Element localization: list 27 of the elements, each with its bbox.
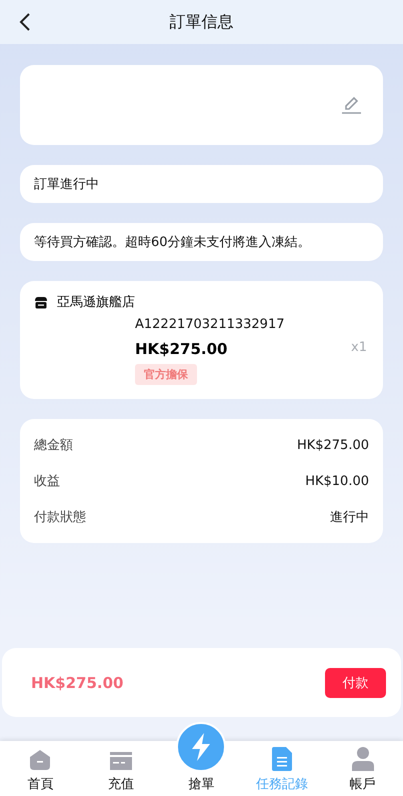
summary-value: 進行中	[330, 509, 369, 526]
home-icon	[29, 749, 52, 771]
page-title: 訂單信息	[170, 12, 234, 32]
notice-text: 等待買方確認。超時60分鐘未支付將進入凍結。	[34, 234, 311, 251]
nav-tab[interactable]: 搶單	[188, 775, 214, 793]
nav-tab[interactable]: 首頁	[27, 775, 54, 793]
back-icon[interactable]	[19, 12, 31, 32]
guarantee-tag: 官方擔保	[135, 364, 197, 385]
nav-tab[interactable]: 帳戶	[350, 775, 376, 793]
summary-label: 總金額	[34, 437, 73, 454]
total-amount: HK$275.00	[31, 674, 124, 692]
store-icon	[34, 296, 48, 308]
summary-label: 付款狀態	[34, 509, 86, 526]
card-icon	[110, 751, 132, 771]
nav-tab[interactable]: 充值	[108, 775, 134, 793]
order-number: A12221703211332917	[135, 317, 284, 332]
document-icon	[272, 747, 292, 771]
quantity: x1	[351, 340, 367, 357]
order-status: 訂單進行中	[34, 176, 99, 193]
user-icon	[352, 747, 374, 771]
shop-name: 亞馬遜旗艦店	[57, 294, 135, 311]
pay-button[interactable]: 付款	[325, 668, 386, 698]
edit-icon[interactable]	[341, 95, 361, 115]
summary-value: HK$10.00	[305, 474, 369, 488]
product-price: HK$275.00	[135, 340, 228, 358]
summary-value: HK$275.00	[296, 438, 369, 452]
summary-label: 收益	[34, 473, 60, 490]
